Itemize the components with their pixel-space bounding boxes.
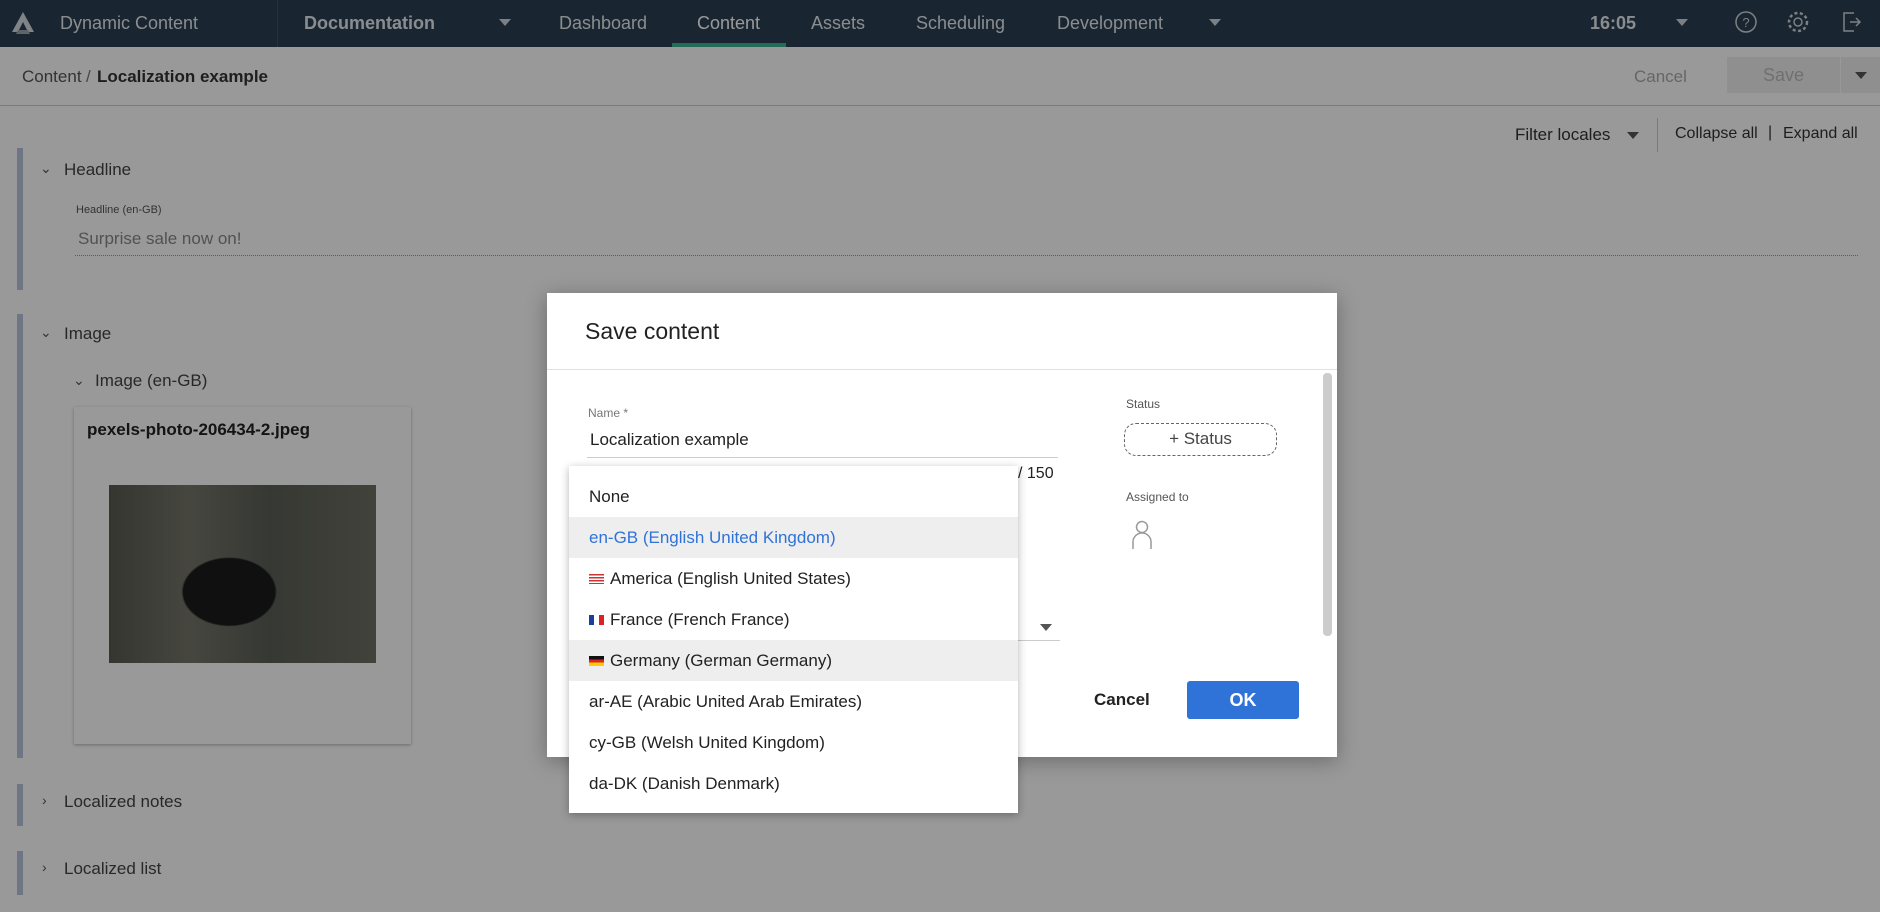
locale-option-da-dk[interactable]: da-DK (Danish Denmark) — [569, 763, 1018, 804]
locale-dropdown-menu: None en-GB (English United Kingdom) Amer… — [569, 466, 1018, 813]
germany-flag-icon — [589, 655, 604, 666]
char-count: / 150 — [1018, 465, 1054, 482]
dialog-scrollbar[interactable] — [1323, 373, 1332, 636]
status-button-label: + Status — [1169, 429, 1232, 448]
dialog-cancel-button[interactable]: Cancel — [1094, 690, 1150, 710]
france-flag-icon — [589, 614, 604, 625]
assigned-label: Assigned to — [1126, 490, 1189, 504]
name-input[interactable]: Localization example — [590, 430, 749, 450]
status-label: Status — [1126, 397, 1161, 411]
locale-option-en-gb[interactable]: en-GB (English United Kingdom) — [569, 517, 1018, 558]
locale-option-de-de[interactable]: Germany (German Germany) — [569, 640, 1018, 681]
user-avatar-icon[interactable] — [1131, 520, 1153, 550]
locale-select-caret-icon[interactable] — [1040, 624, 1052, 631]
locale-option-cy-gb[interactable]: cy-GB (Welsh United Kingdom) — [569, 722, 1018, 763]
locale-option-fr-fr[interactable]: France (French France) — [569, 599, 1018, 640]
name-label: Name * — [588, 406, 629, 420]
locale-option-ar-ae[interactable]: ar-AE (Arabic United Arab Emirates) — [569, 681, 1018, 722]
add-status-button[interactable]: + Status — [1124, 423, 1277, 456]
ok-button[interactable]: OK — [1187, 681, 1299, 719]
locale-option-none[interactable]: None — [569, 476, 1018, 517]
ok-label: OK — [1229, 690, 1257, 710]
us-flag-icon — [589, 573, 604, 584]
locale-option-en-us[interactable]: America (English United States) — [569, 558, 1018, 599]
dialog-title: Save content — [585, 318, 720, 344]
